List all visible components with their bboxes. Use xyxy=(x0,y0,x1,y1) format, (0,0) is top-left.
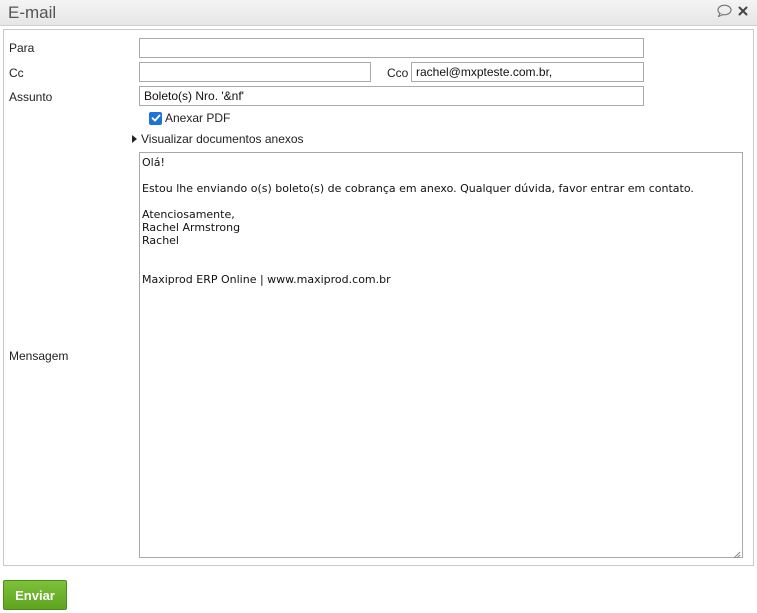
expand-triangle-icon xyxy=(132,135,137,143)
para-label: Para xyxy=(9,41,35,55)
cco-label: Cco xyxy=(387,66,409,80)
chat-bubble-icon[interactable] xyxy=(716,4,732,18)
para-input[interactable] xyxy=(139,38,644,58)
close-icon[interactable] xyxy=(738,6,748,16)
email-form: Para Cc Cco Assunto Anexar PDF Visualiza… xyxy=(3,29,754,566)
email-dialog: E-mail Para Cc Cco Assunto xyxy=(0,0,757,613)
view-attachments-label[interactable]: Visualizar documentos anexos xyxy=(141,132,304,146)
title-icons xyxy=(716,4,748,18)
title-bar: E-mail xyxy=(0,0,757,26)
cc-input[interactable] xyxy=(139,62,371,82)
resize-grip-icon[interactable] xyxy=(733,548,752,564)
cco-input[interactable] xyxy=(411,62,644,82)
attach-pdf-label[interactable]: Anexar PDF xyxy=(165,111,230,125)
cc-label: Cc xyxy=(9,66,24,80)
attach-pdf-option[interactable]: Anexar PDF xyxy=(149,111,230,125)
checkmark-icon xyxy=(151,114,160,122)
mensagem-label: Mensagem xyxy=(9,349,69,363)
send-button[interactable]: Enviar xyxy=(3,580,67,610)
attach-pdf-checkbox[interactable] xyxy=(149,111,162,125)
assunto-label: Assunto xyxy=(9,90,53,104)
dialog-title: E-mail xyxy=(8,3,57,22)
view-attachments-toggle[interactable]: Visualizar documentos anexos xyxy=(132,132,304,146)
message-textarea[interactable]: Olá! Estou lhe enviando o(s) boleto(s) d… xyxy=(139,152,743,558)
assunto-input[interactable] xyxy=(139,86,644,106)
